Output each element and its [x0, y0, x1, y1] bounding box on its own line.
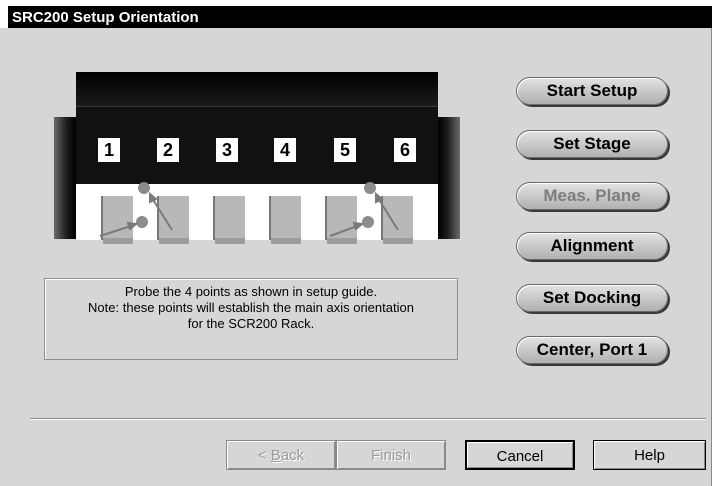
- alignment-button[interactable]: Alignment: [516, 232, 668, 260]
- set-docking-button[interactable]: Set Docking: [516, 284, 668, 312]
- cancel-button[interactable]: Cancel: [465, 440, 575, 470]
- instruction-box: Probe the 4 points as shown in setup gui…: [44, 278, 458, 360]
- footer-divider: [30, 418, 706, 420]
- probe-points-overlay: [99, 182, 399, 237]
- probe-point-icon: [364, 182, 376, 194]
- instruction-line-3: for the SCR200 Rack.: [187, 316, 315, 331]
- instruction-line-2: Note: these points will establish the ma…: [88, 300, 414, 315]
- rack-illustration: 1 2 3 4 5 6: [52, 72, 462, 244]
- setup-dialog: SRC200 Setup Orientation 1 2 3 4 5 6 Sta…: [0, 0, 712, 486]
- probe-point-icon: [136, 216, 148, 228]
- set-stage-button[interactable]: Set Stage: [516, 130, 668, 158]
- arrow-icon: [151, 197, 173, 231]
- finish-button[interactable]: Finish: [336, 440, 446, 470]
- back-prefix: <: [257, 447, 271, 464]
- window-title: SRC200 Setup Orientation: [12, 9, 199, 26]
- meas-plane-button[interactable]: Meas. Plane: [516, 182, 668, 210]
- help-button[interactable]: Help: [593, 440, 706, 470]
- back-rest: ack: [280, 447, 305, 464]
- arrow-icon: [377, 197, 399, 231]
- start-setup-button[interactable]: Start Setup: [516, 77, 668, 105]
- back-button[interactable]: < Back: [226, 440, 336, 470]
- center-port-1-button[interactable]: Center, Port 1: [516, 336, 668, 364]
- instruction-line-1: Probe the 4 points as shown in setup gui…: [124, 284, 378, 299]
- probe-point-icon: [362, 216, 374, 228]
- probe-point-icon: [138, 182, 150, 194]
- title-bar: SRC200 Setup Orientation: [0, 0, 712, 28]
- back-accel: B: [270, 447, 281, 464]
